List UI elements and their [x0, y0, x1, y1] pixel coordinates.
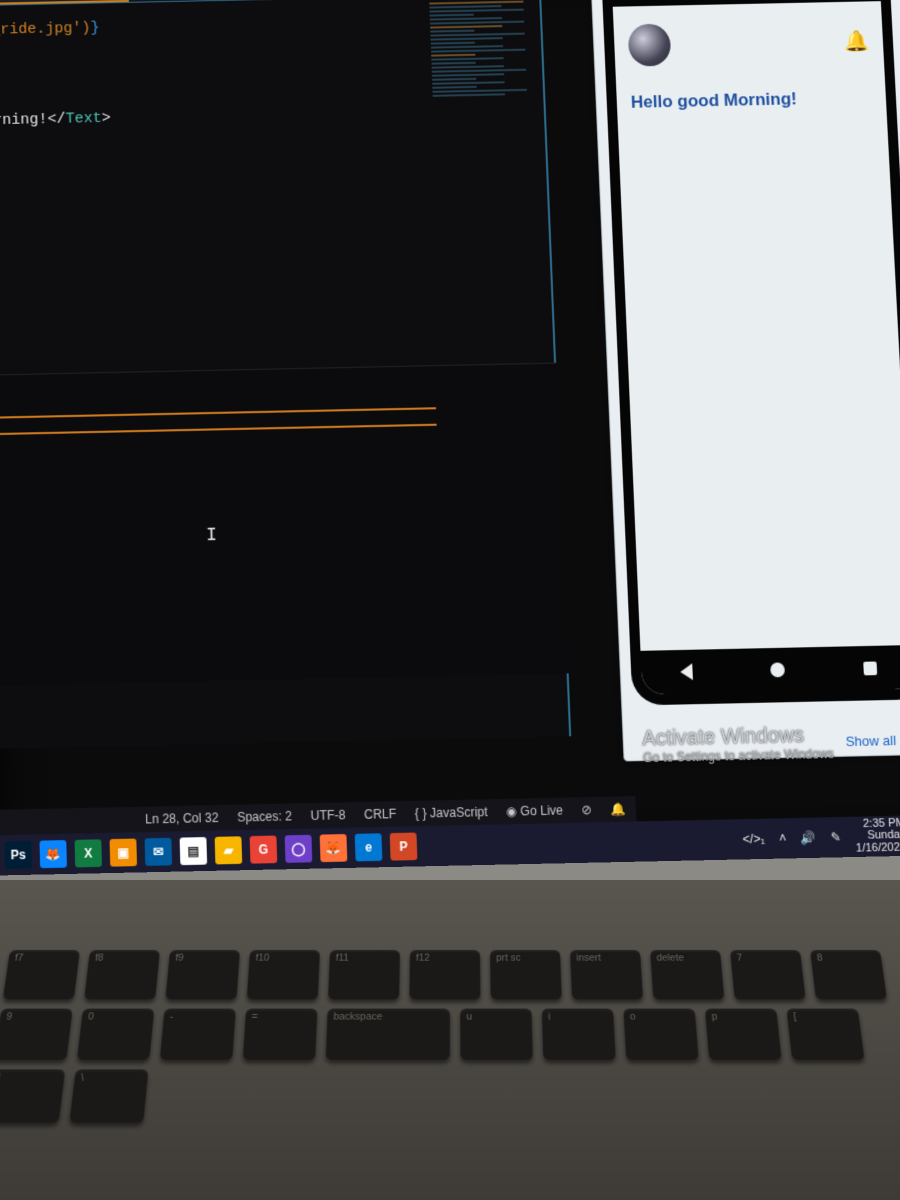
keyboard-key: u: [460, 1009, 533, 1060]
emulator-footer-bar: Show all ✕: [841, 729, 900, 752]
app-body: 🔔 Hello good Morning!: [613, 1, 888, 131]
keyboard-key: \: [69, 1069, 148, 1122]
keyboard-key: 7: [730, 950, 806, 999]
taskbar-app-icon[interactable]: ▣: [110, 839, 137, 867]
tray-clock[interactable]: 2:35 PM Sunday 1/16/2022: [854, 817, 900, 855]
taskbar-app-icon[interactable]: ▤: [180, 837, 208, 865]
keyboard-key: -: [160, 1009, 236, 1060]
terminal-panel[interactable]: I: [0, 363, 569, 686]
watermark-title: Activate Windows: [642, 724, 834, 752]
taskbar-app-icon[interactable]: ▰: [215, 836, 243, 864]
taskbar-app-icon[interactable]: e: [355, 833, 383, 861]
taskbar-app-icon[interactable]: G: [250, 836, 278, 864]
nav-back-icon[interactable]: [680, 663, 693, 680]
status-feedback-icon[interactable]: ⊘: [581, 802, 592, 817]
photo-scene: JS HomeScreen.js × ▷ ▯▯ ··· _ride.jpg')}…: [0, 0, 900, 1200]
status-bell-icon[interactable]: 🔔: [610, 802, 626, 817]
phone-screen: 2:35 ⚙ ⛨ ▾ ▮ 🔔 Hello good Mornin: [612, 0, 900, 695]
keyboard-key: f7: [3, 950, 80, 999]
watermark-subtitle: Go to Settings to activate Windows: [643, 748, 835, 767]
keyboard-key: f10: [247, 950, 320, 999]
android-emulator-window[interactable]: 2:35 ⚙ ⛨ ▾ ▮ 🔔 Hello good Mornin: [590, 0, 900, 761]
text-cursor-icon: I: [206, 526, 218, 547]
status-golive[interactable]: ◉ Go Live: [506, 803, 563, 819]
bell-icon[interactable]: 🔔: [843, 28, 869, 54]
system-tray: </>₁ ˄ 🔊 ✎ 2:35 PM Sunday 1/16/2022 🗨₁: [742, 816, 900, 857]
windows-activate-watermark: Activate Windows Go to Settings to activ…: [642, 724, 835, 767]
android-navbar: [640, 645, 900, 695]
tray-date: 1/16/2022: [856, 842, 900, 855]
laptop-screen: JS HomeScreen.js × ▷ ▯▯ ··· _ride.jpg')}…: [0, 0, 900, 875]
taskbar-app-icon[interactable]: ✉: [145, 838, 173, 866]
keyboard-key: prt sc: [490, 950, 562, 999]
laptop-keyboard: f7f8f9f10f11f12prt scinsertdelete78 90-=b…: [0, 880, 900, 1200]
keyboard-key: i: [542, 1009, 616, 1060]
app-header-row: 🔔: [628, 19, 870, 66]
tray-dev-icon[interactable]: </>₁: [742, 831, 765, 846]
keyboard-key: delete: [650, 950, 724, 999]
keyboard-key: [: [786, 1009, 864, 1060]
tray-chevron-up-icon[interactable]: ˄: [779, 831, 787, 846]
taskbar-app-icon[interactable]: X: [75, 839, 102, 867]
keyboard-key: p: [705, 1009, 782, 1060]
taskbar-app-icon[interactable]: Ps: [4, 841, 31, 869]
keyboard-key: insert: [570, 950, 643, 999]
status-language[interactable]: { } JavaScript: [415, 805, 488, 821]
greeting-text: Hello good Morning!: [630, 88, 872, 113]
taskbar-app-icon[interactable]: 🦊: [40, 840, 67, 868]
nav-home-icon[interactable]: [771, 662, 786, 677]
taskbar-apps: Ps🦊X▣✉▤▰G◯🦊eP: [4, 833, 417, 869]
terminal-divider: [0, 407, 436, 419]
status-encoding[interactable]: UTF-8: [310, 808, 345, 824]
keyboard-key: f12: [409, 950, 480, 999]
taskbar-app-icon[interactable]: 🦊: [320, 834, 348, 862]
minimap[interactable]: [425, 0, 545, 243]
keyboard-key: f9: [165, 950, 240, 999]
terminal-divider: [0, 424, 437, 436]
status-eol[interactable]: CRLF: [364, 806, 397, 821]
status-cursor-pos[interactable]: Ln 28, Col 32: [145, 810, 219, 826]
keyboard-key: 9: [0, 1009, 73, 1060]
avatar[interactable]: [628, 24, 672, 67]
show-all-link[interactable]: Show all: [845, 732, 896, 749]
taskbar-app-icon[interactable]: P: [390, 833, 418, 861]
taskbar-app-icon[interactable]: ◯: [285, 835, 313, 863]
keyboard-key: backspace: [326, 1009, 450, 1060]
keyboard-key: 8: [810, 950, 887, 999]
keyboard-key: ]: [0, 1069, 65, 1122]
keyboard-key: =: [243, 1009, 318, 1060]
phone-frame: 2:35 ⚙ ⛨ ▾ ▮ 🔔 Hello good Mornin: [601, 0, 900, 706]
keyboard-key: o: [623, 1009, 698, 1060]
tray-pen-icon[interactable]: ✎: [830, 830, 841, 845]
vscode-editor: JS HomeScreen.js × ▷ ▯▯ ··· _ride.jpg')}…: [0, 0, 571, 749]
tray-volume-icon[interactable]: 🔊: [800, 830, 816, 845]
keyboard-key: 0: [77, 1009, 154, 1060]
status-indent[interactable]: Spaces: 2: [237, 809, 292, 825]
nav-recent-icon[interactable]: [863, 661, 877, 675]
keyboard-key: f11: [328, 950, 400, 999]
keyboard-key: f8: [84, 950, 160, 999]
